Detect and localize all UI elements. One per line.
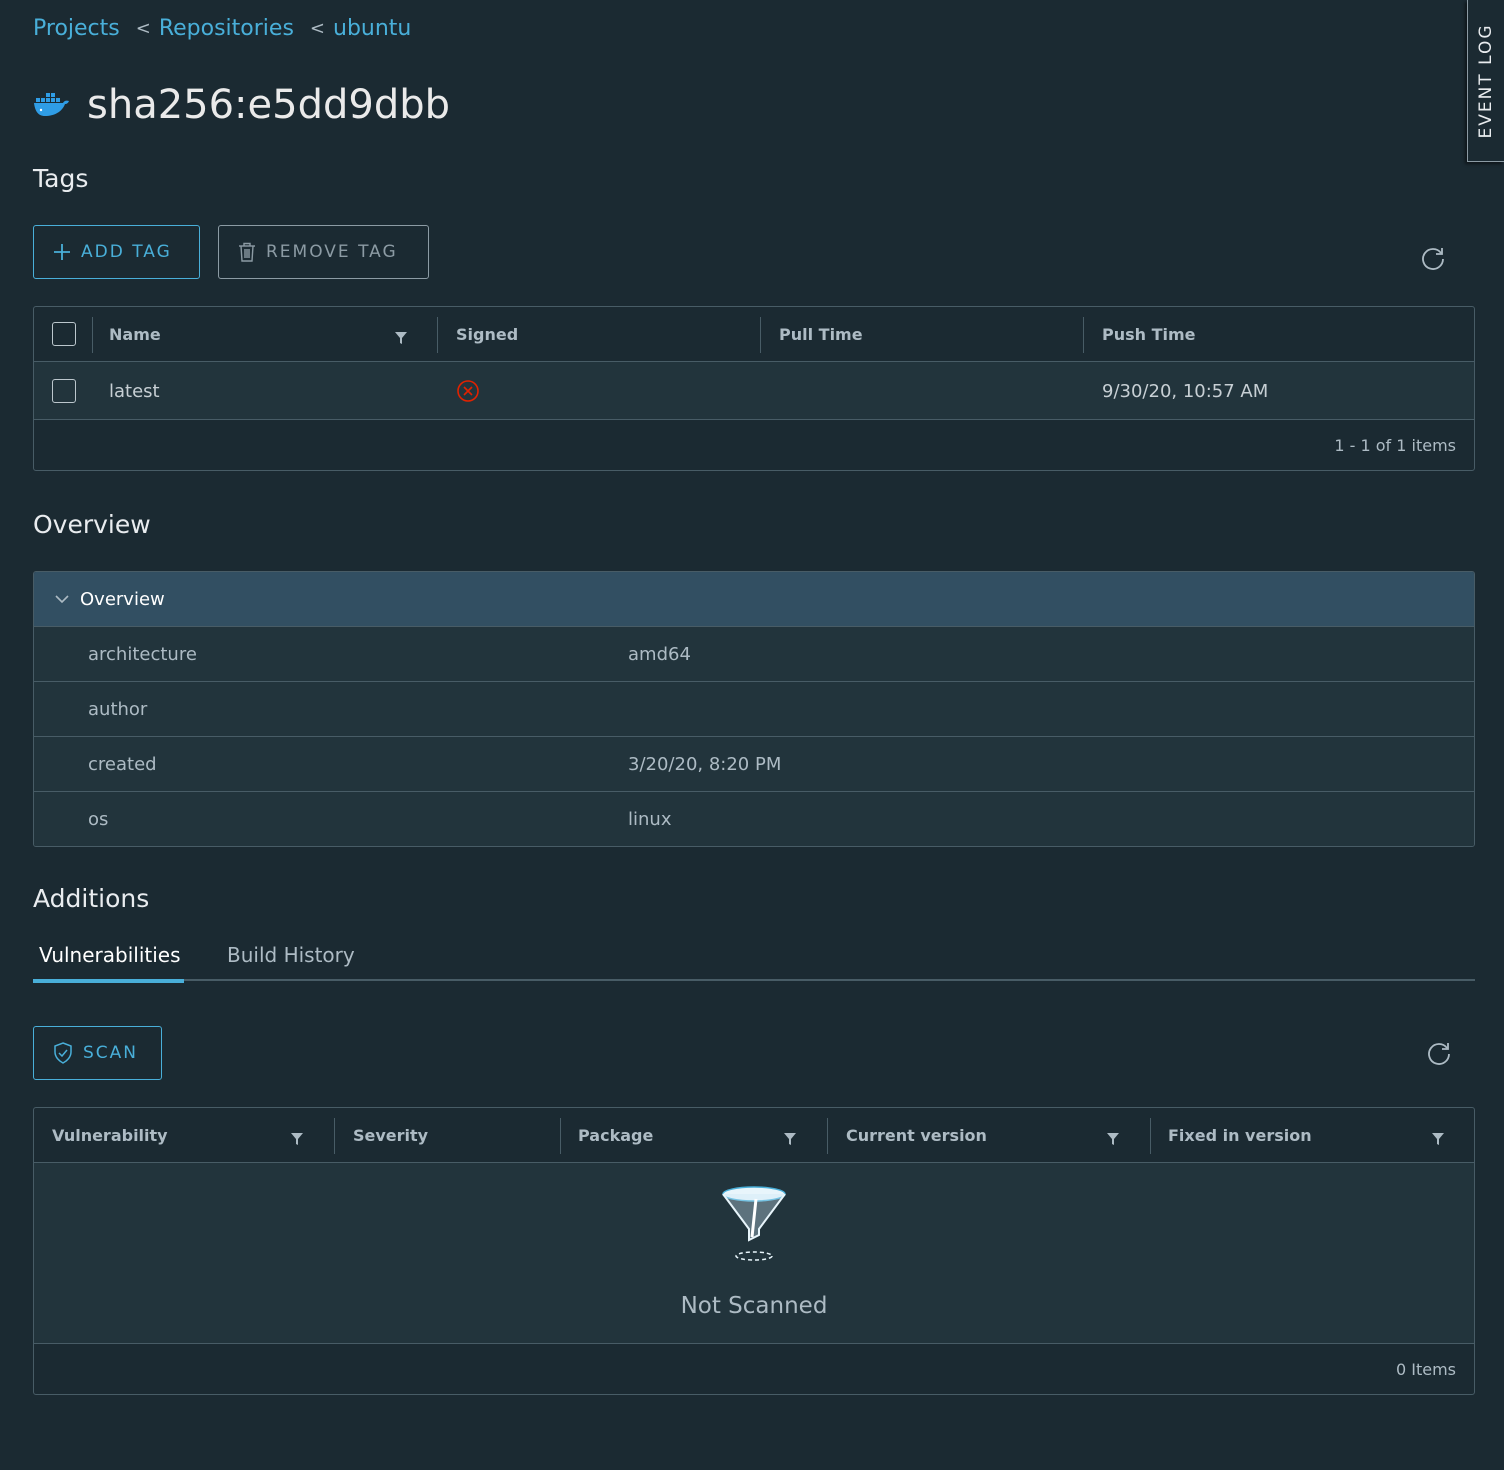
stack-key: created: [88, 753, 157, 775]
name-filter-icon[interactable]: [394, 331, 408, 345]
overview-stack-header[interactable]: Overview: [34, 572, 1474, 626]
remove-tag-button[interactable]: REMOVE TAG: [218, 225, 429, 279]
breadcrumb-separator: <: [309, 18, 325, 39]
column-name[interactable]: Name: [109, 307, 161, 362]
title-row: sha256:e5dd9dbb: [33, 82, 450, 128]
breadcrumb-separator: <: [135, 18, 151, 39]
overview-stack-title: Overview: [80, 588, 165, 610]
scan-button[interactable]: SCAN: [33, 1026, 162, 1080]
add-tag-label: ADD TAG: [81, 242, 172, 262]
stack-row: os linux: [34, 791, 1474, 846]
column-pull-time[interactable]: Pull Time: [779, 307, 863, 362]
tags-grid-header: Name Signed Pull Time Push Time: [34, 307, 1474, 362]
overview-heading: Overview: [33, 510, 151, 539]
signed-cell: [456, 362, 480, 420]
add-tag-button[interactable]: ADD TAG: [33, 225, 200, 279]
stack-row: author: [34, 681, 1474, 736]
tab-build-history[interactable]: Build History: [227, 935, 355, 981]
docker-whale-icon: [34, 93, 69, 116]
column-separator: [1150, 1118, 1151, 1154]
breadcrumb-repo-link[interactable]: ubuntu: [333, 16, 411, 41]
remove-tag-label: REMOVE TAG: [266, 242, 398, 262]
tags-datagrid: Name Signed Pull Time Push Time latest 9…: [33, 306, 1475, 471]
funnel-empty-icon: [722, 1186, 786, 1261]
trash-icon: [238, 242, 256, 262]
stack-key: author: [88, 698, 148, 720]
column-current-version[interactable]: Current version: [846, 1108, 987, 1163]
vulnerabilities-grid-header: Vulnerability Severity Package Current v…: [34, 1108, 1474, 1163]
column-package[interactable]: Package: [578, 1108, 653, 1163]
column-separator: [827, 1118, 828, 1154]
select-all-checkbox[interactable]: [52, 322, 76, 346]
column-separator: [1083, 317, 1084, 353]
fixed-version-filter-icon[interactable]: [1431, 1132, 1445, 1146]
column-fixed-in-version[interactable]: Fixed in version: [1168, 1108, 1312, 1163]
row-checkbox[interactable]: [52, 379, 76, 403]
table-row[interactable]: latest 9/30/20, 10:57 AM: [34, 362, 1474, 420]
not-signed-icon: [457, 380, 479, 402]
additions-heading: Additions: [33, 884, 150, 913]
tags-refresh-icon[interactable]: [1420, 245, 1446, 271]
vulnerabilities-grid-footer: 0 Items: [1395, 1359, 1456, 1379]
scan-label: SCAN: [83, 1043, 139, 1063]
shield-check-icon: [53, 1042, 73, 1064]
overview-stack-view: Overview architecture amd64 author creat…: [33, 571, 1475, 847]
additions-tabs: Vulnerabilities Build History: [33, 935, 1475, 983]
stack-value: 3/20/20, 8:20 PM: [628, 753, 782, 775]
event-log-tab[interactable]: EVENT LOG: [1467, 0, 1504, 162]
stack-value: linux: [628, 808, 672, 830]
column-separator: [560, 1118, 561, 1154]
vulnerabilities-datagrid: Vulnerability Severity Package Current v…: [33, 1107, 1475, 1395]
tags-grid-footer: 1 - 1 of 1 items: [1334, 435, 1456, 455]
tags-heading: Tags: [33, 164, 89, 193]
column-separator: [437, 317, 438, 353]
event-log-label: EVENT LOG: [1476, 22, 1496, 139]
plus-icon: [53, 243, 71, 261]
package-filter-icon[interactable]: [783, 1132, 797, 1146]
column-severity[interactable]: Severity: [353, 1108, 428, 1163]
breadcrumb-projects-link[interactable]: Projects: [33, 16, 120, 41]
chevron-down-icon: [55, 595, 69, 604]
breadcrumb-repositories-link[interactable]: Repositories: [159, 16, 294, 41]
not-scanned-message: Not Scanned: [680, 1293, 828, 1319]
stack-value: amd64: [628, 643, 691, 665]
push-time-cell: 9/30/20, 10:57 AM: [1102, 380, 1269, 402]
current-version-filter-icon[interactable]: [1106, 1132, 1120, 1146]
breadcrumb: Projects < Repositories < ubuntu: [33, 16, 411, 41]
stack-row: architecture amd64: [34, 626, 1474, 681]
page-title: sha256:e5dd9dbb: [87, 82, 450, 128]
vulnerabilities-refresh-icon[interactable]: [1426, 1040, 1452, 1066]
column-separator: [92, 317, 93, 353]
column-vulnerability[interactable]: Vulnerability: [52, 1108, 168, 1163]
vulnerability-filter-icon[interactable]: [290, 1132, 304, 1146]
tag-name-cell: latest: [109, 380, 160, 402]
column-signed[interactable]: Signed: [456, 307, 518, 362]
tab-vulnerabilities[interactable]: Vulnerabilities: [33, 935, 184, 983]
empty-placeholder: Not Scanned: [34, 1163, 1474, 1344]
column-separator: [760, 317, 761, 353]
stack-key: architecture: [88, 643, 197, 665]
stack-row: created 3/20/20, 8:20 PM: [34, 736, 1474, 791]
column-push-time[interactable]: Push Time: [1102, 307, 1196, 362]
column-separator: [334, 1118, 335, 1154]
stack-key: os: [88, 808, 109, 830]
